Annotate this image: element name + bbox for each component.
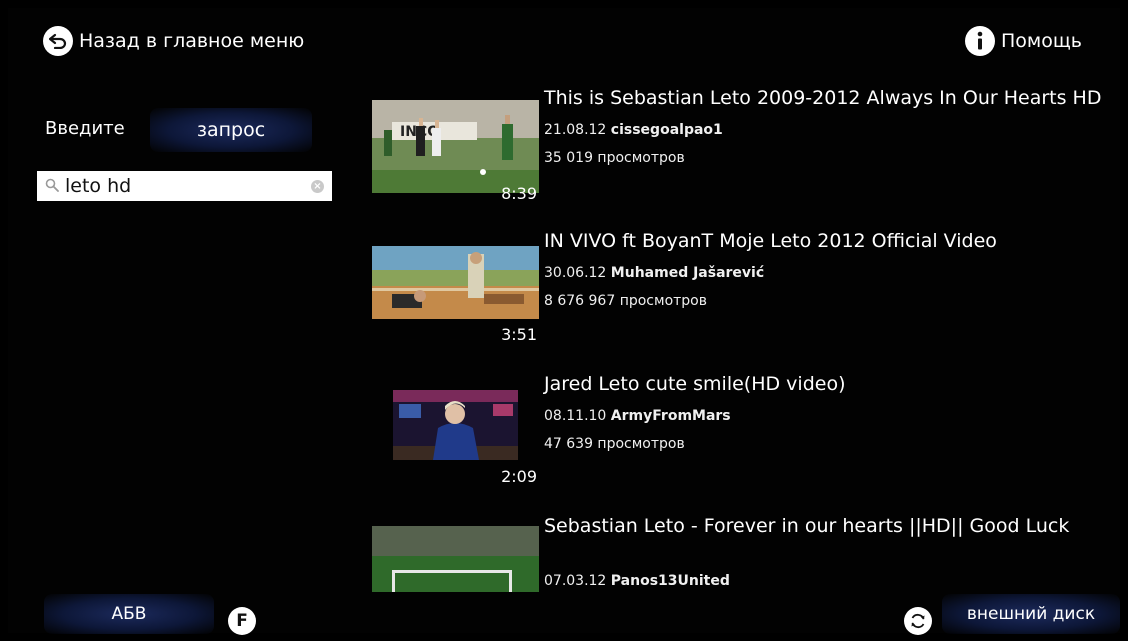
video-date: 07.03.12 xyxy=(544,573,607,589)
f-key-icon[interactable]: F xyxy=(228,607,256,635)
video-result[interactable]: 2:09 Jared Leto cute smile(HD video) 08.… xyxy=(372,372,1117,502)
video-views: 47 639 просмотров xyxy=(544,436,685,452)
video-views: 35 019 просмотров xyxy=(544,150,685,166)
video-author: Panos13United xyxy=(610,573,730,589)
keyboard-abc-button[interactable]: АБВ xyxy=(44,594,214,634)
video-duration: 2:09 xyxy=(501,467,537,486)
video-title: Jared Leto cute smile(HD video) xyxy=(544,373,846,395)
video-duration: 8:39 xyxy=(501,184,537,203)
video-date: 08.11.10 xyxy=(544,408,607,424)
search-prompt-label: Введите xyxy=(45,118,125,139)
info-icon xyxy=(965,26,995,56)
video-title: Sebastian Leto - Forever in our hearts |… xyxy=(544,515,1070,537)
video-result[interactable]: INCO 8:39 This is Sebastian Leto 2009-20… xyxy=(372,86,1117,216)
video-result[interactable]: Sebastian Leto - Forever in our hearts |… xyxy=(372,514,1117,594)
back-arrow-icon xyxy=(43,26,73,56)
video-date-author: 30.06.12 Muhamed Jašarević xyxy=(544,265,764,281)
help-button[interactable]: Помощь xyxy=(965,26,1082,56)
video-views: 8 676 967 просмотров xyxy=(544,293,707,309)
video-date: 21.08.12 xyxy=(544,122,607,138)
back-label: Назад в главное меню xyxy=(79,30,305,52)
refresh-icon[interactable] xyxy=(904,607,932,635)
search-icon xyxy=(45,175,59,197)
help-label: Помощь xyxy=(1001,30,1082,52)
video-title: IN VIVO ft BoyanT Moje Leto 2012 Officia… xyxy=(544,230,997,252)
video-duration: 3:51 xyxy=(501,325,537,344)
query-button[interactable]: запрос xyxy=(150,108,312,152)
external-disk-button[interactable]: внешний диск xyxy=(942,594,1120,634)
video-author: ArmyFromMars xyxy=(610,408,731,424)
clear-icon[interactable]: × xyxy=(311,179,324,193)
video-title: This is Sebastian Leto 2009-2012 Always … xyxy=(544,87,1102,109)
video-thumbnail xyxy=(393,390,518,460)
video-date: 30.06.12 xyxy=(544,265,607,281)
video-date-author: 08.11.10 ArmyFromMars xyxy=(544,408,731,424)
video-thumbnail xyxy=(372,526,539,592)
search-input[interactable]: leto hd × xyxy=(37,171,332,201)
back-to-main-menu-button[interactable]: Назад в главное меню xyxy=(43,26,304,56)
video-thumbnail xyxy=(372,246,539,319)
video-date-author: 07.03.12 Panos13United xyxy=(544,573,730,589)
search-input-value: leto hd xyxy=(65,175,132,197)
video-author: cissegoalpao1 xyxy=(610,122,723,138)
video-result[interactable]: 3:51 IN VIVO ft BoyanT Moje Leto 2012 Of… xyxy=(372,229,1117,359)
video-date-author: 21.08.12 cissegoalpao1 xyxy=(544,122,723,138)
video-author: Muhamed Jašarević xyxy=(610,265,765,281)
video-thumbnail: INCO xyxy=(372,100,539,193)
